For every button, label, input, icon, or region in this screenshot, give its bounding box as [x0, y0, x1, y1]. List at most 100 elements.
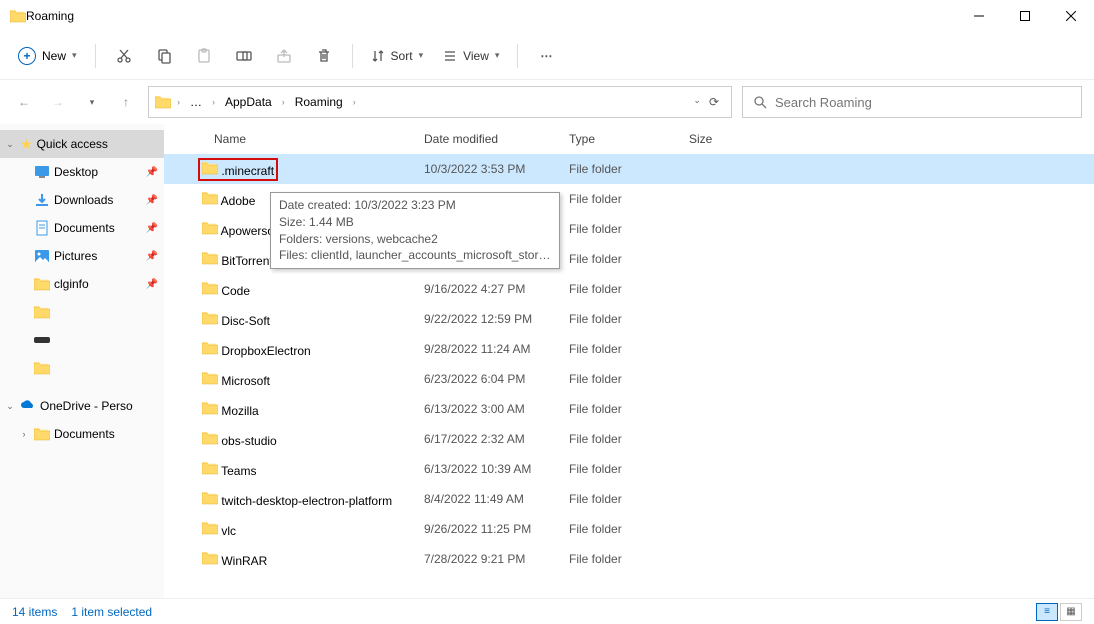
file-type: File folder	[569, 192, 689, 206]
file-type: File folder	[569, 342, 689, 356]
sidebar-item-od-documents[interactable]: › Documents	[0, 420, 164, 448]
file-name: twitch-desktop-electron-platform	[221, 494, 392, 508]
folder-icon	[34, 360, 50, 376]
folder-icon	[202, 221, 218, 235]
view-icon	[443, 49, 457, 63]
file-row[interactable]: obs-studio6/17/2022 2:32 AMFile folder	[164, 424, 1094, 454]
file-row[interactable]: Mozilla6/13/2022 3:00 AMFile folder	[164, 394, 1094, 424]
file-date: 10/3/2022 3:53 PM	[424, 162, 569, 176]
crumb-ellipsis[interactable]: …	[186, 93, 206, 111]
device-icon	[34, 335, 50, 345]
file-date: 8/4/2022 11:49 AM	[424, 492, 569, 506]
onedrive-header[interactable]: ⌄ OneDrive - Perso	[0, 392, 164, 420]
chevron-down-icon: ▾	[72, 50, 77, 61]
file-row[interactable]: twitch-desktop-electron-platform 8/4/2022…	[164, 484, 1094, 514]
sidebar-item-pictures[interactable]: Pictures 📌	[0, 242, 164, 270]
sidebar-item[interactable]	[0, 326, 164, 354]
file-name: Teams	[221, 464, 256, 478]
forward-button: →	[46, 90, 70, 114]
sort-icon	[371, 49, 385, 63]
cut-button[interactable]	[106, 38, 142, 74]
folder-icon	[202, 371, 218, 385]
file-name: .minecraft	[221, 164, 274, 178]
selected-count: 1 item selected	[71, 605, 152, 619]
view-button[interactable]: View ▾	[435, 45, 507, 67]
folder-icon	[202, 251, 218, 265]
col-type[interactable]: Type	[569, 132, 689, 147]
new-button[interactable]: + New ▾	[10, 43, 85, 69]
file-name: vlc	[221, 524, 236, 538]
history-dropdown[interactable]: ⌄	[693, 95, 701, 109]
file-name: WinRAR	[221, 554, 267, 568]
file-row[interactable]: .minecraft 10/3/2022 3:53 PMFile folder	[164, 154, 1094, 184]
delete-button[interactable]	[306, 38, 342, 74]
maximize-button[interactable]	[1002, 0, 1048, 32]
sidebar-item[interactable]	[0, 354, 164, 382]
file-name: Mozilla	[221, 404, 258, 418]
file-type: File folder	[569, 222, 689, 236]
onedrive-label: OneDrive - Perso	[40, 399, 133, 413]
file-row[interactable]: Code9/16/2022 4:27 PMFile folder	[164, 274, 1094, 304]
file-type: File folder	[569, 462, 689, 476]
file-date: 6/13/2022 3:00 AM	[424, 402, 569, 416]
chevron-right-icon[interactable]: ›	[18, 429, 30, 439]
chevron-down-icon[interactable]: ⌄	[4, 401, 16, 412]
sidebar-item-desktop[interactable]: Desktop 📌	[0, 158, 164, 186]
folder-icon	[34, 304, 50, 320]
sidebar-item[interactable]	[0, 298, 164, 326]
details-view-toggle[interactable]: ≡	[1036, 603, 1058, 621]
col-name[interactable]: Name	[164, 132, 424, 147]
file-type: File folder	[569, 252, 689, 266]
file-row[interactable]: Microsoft6/23/2022 6:04 PMFile folder	[164, 364, 1094, 394]
thumbnails-view-toggle[interactable]: ▦	[1060, 603, 1082, 621]
folder-icon	[34, 276, 50, 292]
copy-button[interactable]	[146, 38, 182, 74]
crumb-roaming[interactable]: Roaming	[291, 93, 347, 111]
file-date: 9/26/2022 11:25 PM	[424, 522, 569, 536]
close-button[interactable]	[1048, 0, 1094, 32]
col-date[interactable]: Date modified	[424, 132, 569, 147]
more-button[interactable]: ⋯	[528, 38, 564, 74]
back-button[interactable]: ←	[12, 90, 36, 114]
folder-icon	[202, 521, 218, 535]
sidebar-item-clginfo[interactable]: clginfo 📌	[0, 270, 164, 298]
file-type: File folder	[569, 162, 689, 176]
chevron-down-icon: ▾	[495, 50, 500, 61]
documents-icon	[34, 220, 50, 236]
refresh-button[interactable]: ⟳	[709, 95, 719, 109]
minimize-button[interactable]	[956, 0, 1002, 32]
folder-tooltip: Date created: 10/3/2022 3:23 PM Size: 1.…	[270, 192, 560, 269]
file-name: obs-studio	[221, 434, 276, 448]
pin-icon: 📌	[146, 167, 158, 178]
sidebar-item-documents[interactable]: Documents 📌	[0, 214, 164, 242]
up-button[interactable]: ↑	[114, 90, 138, 114]
file-row[interactable]: DropboxElectron9/28/2022 11:24 AMFile fo…	[164, 334, 1094, 364]
folder-icon	[202, 431, 218, 445]
desktop-icon	[34, 164, 50, 180]
rename-button[interactable]	[226, 38, 262, 74]
search-box[interactable]	[742, 86, 1082, 118]
file-row[interactable]: WinRAR7/28/2022 9:21 PMFile folder	[164, 544, 1094, 574]
sort-button[interactable]: Sort ▾	[363, 45, 432, 67]
file-row[interactable]: Disc-Soft9/22/2022 12:59 PMFile folder	[164, 304, 1094, 334]
chevron-down-icon[interactable]: ⌄	[4, 139, 16, 150]
col-size[interactable]: Size	[689, 132, 749, 147]
file-type: File folder	[569, 552, 689, 566]
separator	[352, 44, 353, 68]
sidebar-item-downloads[interactable]: Downloads 📌	[0, 186, 164, 214]
pin-icon: 📌	[146, 251, 158, 262]
pin-icon: 📌	[146, 279, 158, 290]
file-type: File folder	[569, 372, 689, 386]
address-bar[interactable]: › … › AppData › Roaming › ⌄ ⟳	[148, 86, 732, 118]
recent-dropdown[interactable]: ▾	[80, 90, 104, 114]
item-count: 14 items	[12, 605, 57, 619]
downloads-icon	[34, 192, 50, 208]
crumb-appdata[interactable]: AppData	[221, 93, 276, 111]
file-date: 9/28/2022 11:24 AM	[424, 342, 569, 356]
file-date: 9/16/2022 4:27 PM	[424, 282, 569, 296]
search-input[interactable]	[775, 95, 1071, 110]
quick-access-header[interactable]: ⌄ ★ Quick access	[0, 130, 164, 158]
folder-icon	[202, 461, 218, 475]
file-row[interactable]: vlc9/26/2022 11:25 PMFile folder	[164, 514, 1094, 544]
file-row[interactable]: Teams6/13/2022 10:39 AMFile folder	[164, 454, 1094, 484]
